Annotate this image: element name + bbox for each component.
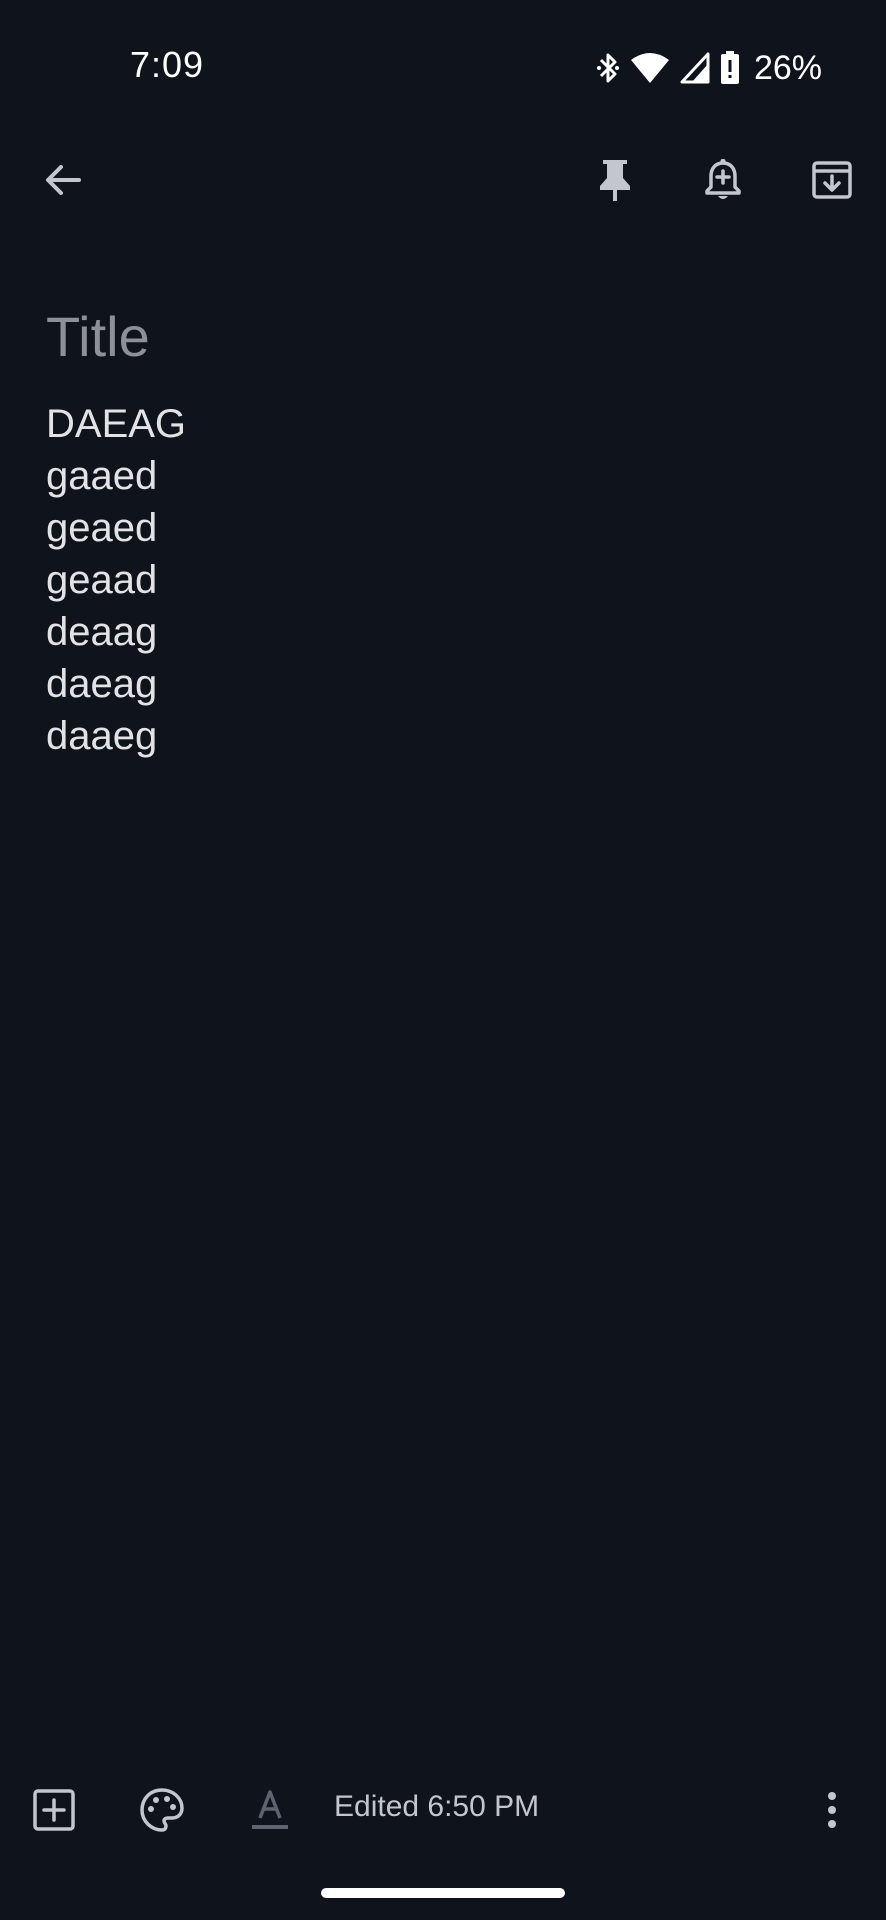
pin-button[interactable]	[579, 144, 651, 216]
back-arrow-icon	[46, 165, 81, 195]
note-body[interactable]: DAEAG gaaed geaed geaad deaag daeag daae…	[46, 398, 846, 762]
add-content-button[interactable]	[18, 1774, 90, 1846]
status-time: 7:09	[130, 44, 205, 85]
edited-timestamp: Edited 6:50 PM	[334, 1790, 540, 1823]
note-line: geaed	[46, 506, 158, 550]
note-line: daeag	[46, 662, 158, 706]
note-line: geaad	[46, 558, 158, 602]
note-line: daaeg	[46, 714, 158, 758]
note-toolbar	[0, 140, 886, 228]
add-box-icon	[33, 1789, 75, 1831]
status-icons: 26%	[596, 48, 822, 88]
status-bar: 7:09 26%	[0, 0, 886, 130]
more-vert-icon	[828, 1792, 836, 1828]
title-input[interactable]	[46, 300, 826, 372]
home-indicator[interactable]	[321, 1888, 565, 1898]
add-reminder-button[interactable]	[687, 144, 759, 216]
note-line: deaag	[46, 610, 158, 654]
battery-alert-icon	[720, 51, 739, 84]
pin-icon	[600, 160, 630, 201]
battery-percentage: 26%	[753, 48, 822, 87]
wifi-icon	[630, 53, 669, 83]
note-line: gaaed	[46, 454, 158, 498]
more-options-button[interactable]	[796, 1774, 868, 1846]
archive-icon	[812, 161, 852, 199]
text-format-icon	[252, 1790, 288, 1829]
note-editor: DAEAG gaaed geaed geaad deaag daeag daae…	[46, 300, 846, 762]
add-reminder-icon	[705, 159, 741, 199]
bluetooth-icon	[596, 53, 619, 83]
back-button[interactable]	[27, 144, 99, 216]
text-format-button[interactable]	[234, 1774, 306, 1846]
bottom-bar: Edited 6:50 PM	[0, 1770, 886, 1850]
background-options-button[interactable]	[126, 1774, 198, 1846]
note-line: DAEAG	[46, 402, 187, 446]
archive-button[interactable]	[796, 144, 868, 216]
cell-signal-icon	[680, 52, 710, 84]
palette-icon	[140, 1788, 184, 1832]
